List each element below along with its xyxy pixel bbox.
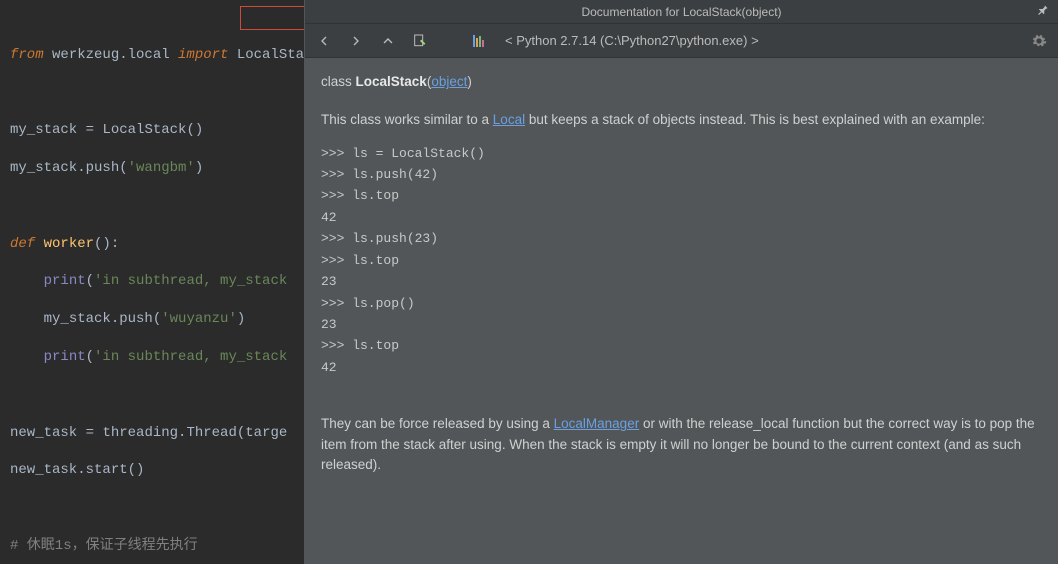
indent xyxy=(10,273,44,289)
python-env-label[interactable]: < Python 2.7.14 (C:\Python27\python.exe)… xyxy=(505,33,759,48)
code: new_task xyxy=(10,425,86,441)
desc-text: but keeps a stack of objects instead. Th… xyxy=(525,112,985,127)
builtin: print xyxy=(44,349,86,365)
string: 'in subthread, my_stack xyxy=(94,273,287,289)
doc-description: This class works similar to a Local but … xyxy=(321,110,1042,130)
code-line xyxy=(10,386,294,405)
code-line xyxy=(10,197,294,216)
back-icon[interactable] xyxy=(313,30,335,52)
code-line: my_stack = LocalStack() xyxy=(10,121,294,140)
code-line: new_task = threading.Thread(targe xyxy=(10,424,294,443)
op: = xyxy=(86,425,103,441)
code: my_stack.push( xyxy=(44,311,162,327)
keyword: def xyxy=(10,236,44,252)
doc-toolbar: < Python 2.7.14 (C:\Python27\python.exe)… xyxy=(305,24,1058,58)
var: my_stack xyxy=(10,122,86,138)
keyword: import xyxy=(178,47,228,63)
class-signature: class LocalStack(object) xyxy=(321,72,1042,92)
code: ( xyxy=(86,273,94,289)
code: (): xyxy=(94,236,119,252)
localmanager-link[interactable]: LocalManager xyxy=(554,416,640,431)
string: 'in subthread, my_stack xyxy=(94,349,287,365)
op: = xyxy=(86,122,103,138)
call: LocalStack() xyxy=(102,122,203,138)
code-line xyxy=(10,499,294,518)
code-line: print('in subthread, my_stack xyxy=(10,348,294,367)
doc-content[interactable]: class LocalStack(object) This class work… xyxy=(305,58,1058,564)
indent xyxy=(10,349,44,365)
string: 'wuyanzu' xyxy=(161,311,237,327)
code: threading.Thread( xyxy=(102,425,245,441)
doc-title-bar: Documentation for LocalStack(object) xyxy=(305,0,1058,24)
gear-icon[interactable] xyxy=(1028,30,1050,52)
code: ) xyxy=(237,311,245,327)
doc-code-example: >>> ls = LocalStack() >>> ls.push(42) >>… xyxy=(321,143,1042,379)
func-name: worker xyxy=(44,236,94,252)
code-line xyxy=(10,84,294,103)
code: ( xyxy=(86,349,94,365)
code-line: my_stack.push('wangbm') xyxy=(10,159,294,178)
code: new_task.start() xyxy=(10,462,144,478)
code: my_stack.push( xyxy=(10,160,128,176)
pin-icon[interactable] xyxy=(1036,4,1050,21)
edit-source-icon[interactable] xyxy=(409,30,431,52)
code-line: my_stack.push('wuyanzu') xyxy=(10,310,294,329)
code-line: def worker(): xyxy=(10,235,294,254)
keyword: from xyxy=(10,47,44,63)
code: ) xyxy=(195,160,203,176)
class-name: LocalStack xyxy=(356,74,427,89)
desc-text: This class works similar to a xyxy=(321,112,493,127)
code: targe xyxy=(245,425,287,441)
forward-icon[interactable] xyxy=(345,30,367,52)
code-line: new_task.start() xyxy=(10,461,294,480)
up-icon[interactable] xyxy=(377,30,399,52)
documentation-panel: Documentation for LocalStack(object) < xyxy=(304,0,1058,564)
string: 'wangbm' xyxy=(128,160,195,176)
class-name: LocalStack xyxy=(228,47,304,63)
doc-footer: They can be force released by using a Lo… xyxy=(321,414,1042,475)
code-line: from werkzeug.local import LocalStack xyxy=(10,46,294,65)
comment: # 休眠1s，保证子线程先执行 xyxy=(10,538,198,554)
base-class-link[interactable]: object xyxy=(431,74,467,89)
python-env-icon[interactable] xyxy=(469,30,491,52)
builtin: print xyxy=(44,273,86,289)
indent xyxy=(10,311,44,327)
footer-text: They can be force released by using a xyxy=(321,416,554,431)
module-name: werkzeug.local xyxy=(44,47,178,63)
local-link[interactable]: Local xyxy=(493,112,525,127)
code-line: # 休眠1s，保证子线程先执行 xyxy=(10,537,294,556)
code-editor[interactable]: from werkzeug.local import LocalStack my… xyxy=(0,0,304,564)
selection-highlight xyxy=(240,6,304,30)
code-line: print('in subthread, my_stack xyxy=(10,272,294,291)
class-keyword: class xyxy=(321,74,356,89)
paren: ) xyxy=(467,74,472,89)
doc-title: Documentation for LocalStack(object) xyxy=(581,5,781,19)
